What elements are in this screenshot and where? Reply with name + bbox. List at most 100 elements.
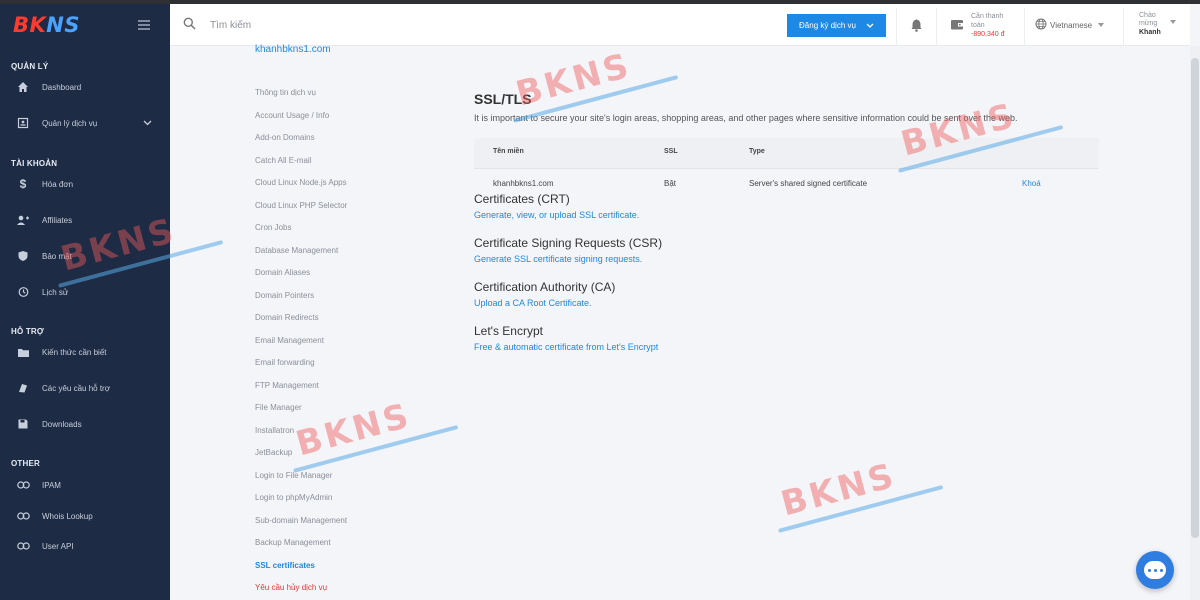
sidebar-item-knowledgebase[interactable]: Kiến thức cần biết: [0, 340, 170, 364]
link-icon: [16, 539, 30, 553]
bell-icon[interactable]: [910, 18, 924, 32]
service-submenu: Thông tin dịch vụ Account Usage / Info A…: [255, 87, 347, 600]
wallet-icon[interactable]: [950, 18, 964, 32]
submenu-item[interactable]: Login to phpMyAdmin: [255, 492, 347, 515]
users-icon: [16, 213, 30, 227]
payment-due-value: -890,340 đ: [971, 31, 1005, 38]
save-icon: [16, 417, 30, 431]
section-ca: Certification Authority (CA) Upload a CA…: [474, 280, 1074, 324]
submenu-item-ssl-certificates[interactable]: SSL certificates: [255, 560, 347, 583]
sidebar-item-services[interactable]: Quản lý dịch vụ: [0, 111, 170, 135]
search-input[interactable]: [210, 15, 510, 35]
link-icon: [16, 509, 30, 523]
sidebar-item-history[interactable]: Lịch sử: [0, 280, 170, 304]
submenu-item[interactable]: Email forwarding: [255, 357, 347, 380]
link-icon: [16, 478, 30, 492]
submenu-item[interactable]: Account Usage / Info: [255, 110, 347, 133]
search-icon[interactable]: [183, 17, 197, 31]
shield-icon: [16, 249, 30, 263]
submenu-item[interactable]: Thông tin dịch vụ: [255, 87, 347, 110]
page-description: It is important to secure your site's lo…: [474, 113, 1018, 123]
sidebar-item-whois-lookup[interactable]: Whois Lookup: [0, 504, 170, 528]
divider: [1123, 8, 1124, 46]
submenu-item[interactable]: Catch All E-mail: [255, 155, 347, 178]
globe-icon: [1035, 18, 1047, 32]
scrollbar[interactable]: [1190, 46, 1200, 600]
section-certificates: Certificates (CRT) Generate, view, or up…: [474, 192, 1074, 236]
submenu-item[interactable]: Database Management: [255, 245, 347, 268]
submenu-item[interactable]: Cloud Linux PHP Selector: [255, 200, 347, 223]
ca-link[interactable]: Upload a CA Root Certificate.: [474, 298, 1074, 308]
history-icon: [16, 285, 30, 299]
brand-logo[interactable]: BKNS: [13, 13, 80, 37]
submenu-item[interactable]: Domain Redirects: [255, 312, 347, 335]
service-domain[interactable]: khanhbkns1.com: [255, 44, 331, 55]
submenu-item[interactable]: Domain Pointers: [255, 290, 347, 313]
sidebar-item-dashboard[interactable]: Dashboard: [0, 75, 170, 99]
page-title: SSL/TLS: [474, 91, 532, 107]
section-title: Let's Encrypt: [474, 324, 543, 338]
divider: [1024, 8, 1025, 46]
csr-link[interactable]: Generate SSL certificate signing request…: [474, 254, 1074, 264]
menu-toggle-icon[interactable]: [138, 20, 150, 30]
user-menu[interactable]: Chào mừng Khanh: [1139, 12, 1176, 36]
divider: [896, 8, 897, 46]
home-icon: [16, 80, 30, 94]
sidebar-item-downloads[interactable]: Downloads: [0, 412, 170, 436]
section-title-other: OTHER: [11, 459, 40, 468]
sidebar-item-support-tickets[interactable]: Các yêu cầu hỗ trợ: [0, 376, 170, 400]
section-title: Certificate Signing Requests (CSR): [474, 236, 663, 250]
ssl-main-panel: SSL/TLS It is important to secure your s…: [474, 91, 1104, 123]
ssl-sections: Certificates (CRT) Generate, view, or up…: [474, 192, 1074, 368]
submenu-item[interactable]: File Manager: [255, 402, 347, 425]
lets-encrypt-link[interactable]: Free & automatic certificate from Let's …: [474, 342, 1074, 352]
table-header: Tên miền SSL Type: [474, 138, 1099, 168]
submenu-item[interactable]: Domain Aliases: [255, 267, 347, 290]
cell-domain: khanhbkns1.com: [493, 179, 554, 188]
sidebar-item-user-api[interactable]: User API: [0, 534, 170, 558]
caret-down-icon: [1170, 20, 1176, 24]
submenu-item[interactable]: Cron Jobs: [255, 222, 347, 245]
submenu-item[interactable]: Add-on Domains: [255, 132, 347, 155]
dollar-icon: $: [19, 177, 27, 191]
lock-ssl-link[interactable]: Khoá: [1022, 179, 1041, 188]
caret-down-icon: [1098, 23, 1105, 27]
certificates-link[interactable]: Generate, view, or upload SSL certificat…: [474, 210, 1074, 220]
chat-icon[interactable]: [1136, 551, 1174, 589]
submenu-item[interactable]: Sub-domain Management: [255, 515, 347, 538]
register-service-button[interactable]: Đăng ký dịch vụ: [787, 14, 886, 37]
watermark-logo: BKNS: [776, 455, 901, 525]
submenu-item[interactable]: JetBackup: [255, 447, 347, 470]
section-title-quan-ly: QUẢN LÝ: [11, 62, 49, 71]
section-title-tai-khoan: TÀI KHOẢN: [11, 159, 58, 168]
chevron-down-icon: [143, 118, 152, 128]
support-icon: [16, 381, 30, 395]
submenu-item[interactable]: Installatron: [255, 425, 347, 448]
divider: [936, 8, 937, 46]
submenu-item[interactable]: FTP Management: [255, 380, 347, 403]
submenu-item[interactable]: Email Management: [255, 335, 347, 358]
sidebar-item-invoices[interactable]: $ Hóa đơn: [0, 172, 170, 196]
language-selector[interactable]: Vietnamese: [1035, 18, 1105, 32]
section-lets-encrypt: Let's Encrypt Free & automatic certifica…: [474, 324, 1074, 368]
submenu-item-cancel-service[interactable]: Yêu cầu hủy dịch vụ: [255, 582, 347, 600]
submenu-item[interactable]: Backup Management: [255, 537, 347, 560]
sidebar-item-security[interactable]: Bảo mật: [0, 244, 170, 268]
cell-type: Server's shared signed certificate: [749, 179, 868, 188]
section-csr: Certificate Signing Requests (CSR) Gener…: [474, 236, 1074, 280]
scrollbar-thumb[interactable]: [1191, 58, 1199, 538]
column-header-domain: Tên miền: [493, 148, 524, 155]
column-header-ssl: SSL: [664, 148, 678, 155]
column-header-type: Type: [749, 148, 765, 155]
sidebar-item-ipam[interactable]: IPAM: [0, 473, 170, 497]
submenu-item[interactable]: Login to File Manager: [255, 470, 347, 493]
sidebar-item-affiliates[interactable]: Affiliates: [0, 208, 170, 232]
cell-ssl-status: Bật: [664, 179, 677, 188]
submenu-item[interactable]: Cloud Linux Node.js Apps: [255, 177, 347, 200]
sidebar: BKNS QUẢN LÝ Dashboard Quản lý dịch vụ T…: [0, 4, 170, 600]
section-title: Certificates (CRT): [474, 192, 570, 206]
top-header: Đăng ký dịch vụ Cần thanh toán -890,340 …: [170, 4, 1190, 46]
services-icon: [16, 116, 30, 130]
section-title-ho-tro: HỖ TRỢ: [11, 327, 44, 336]
section-title: Certification Authority (CA): [474, 280, 616, 294]
